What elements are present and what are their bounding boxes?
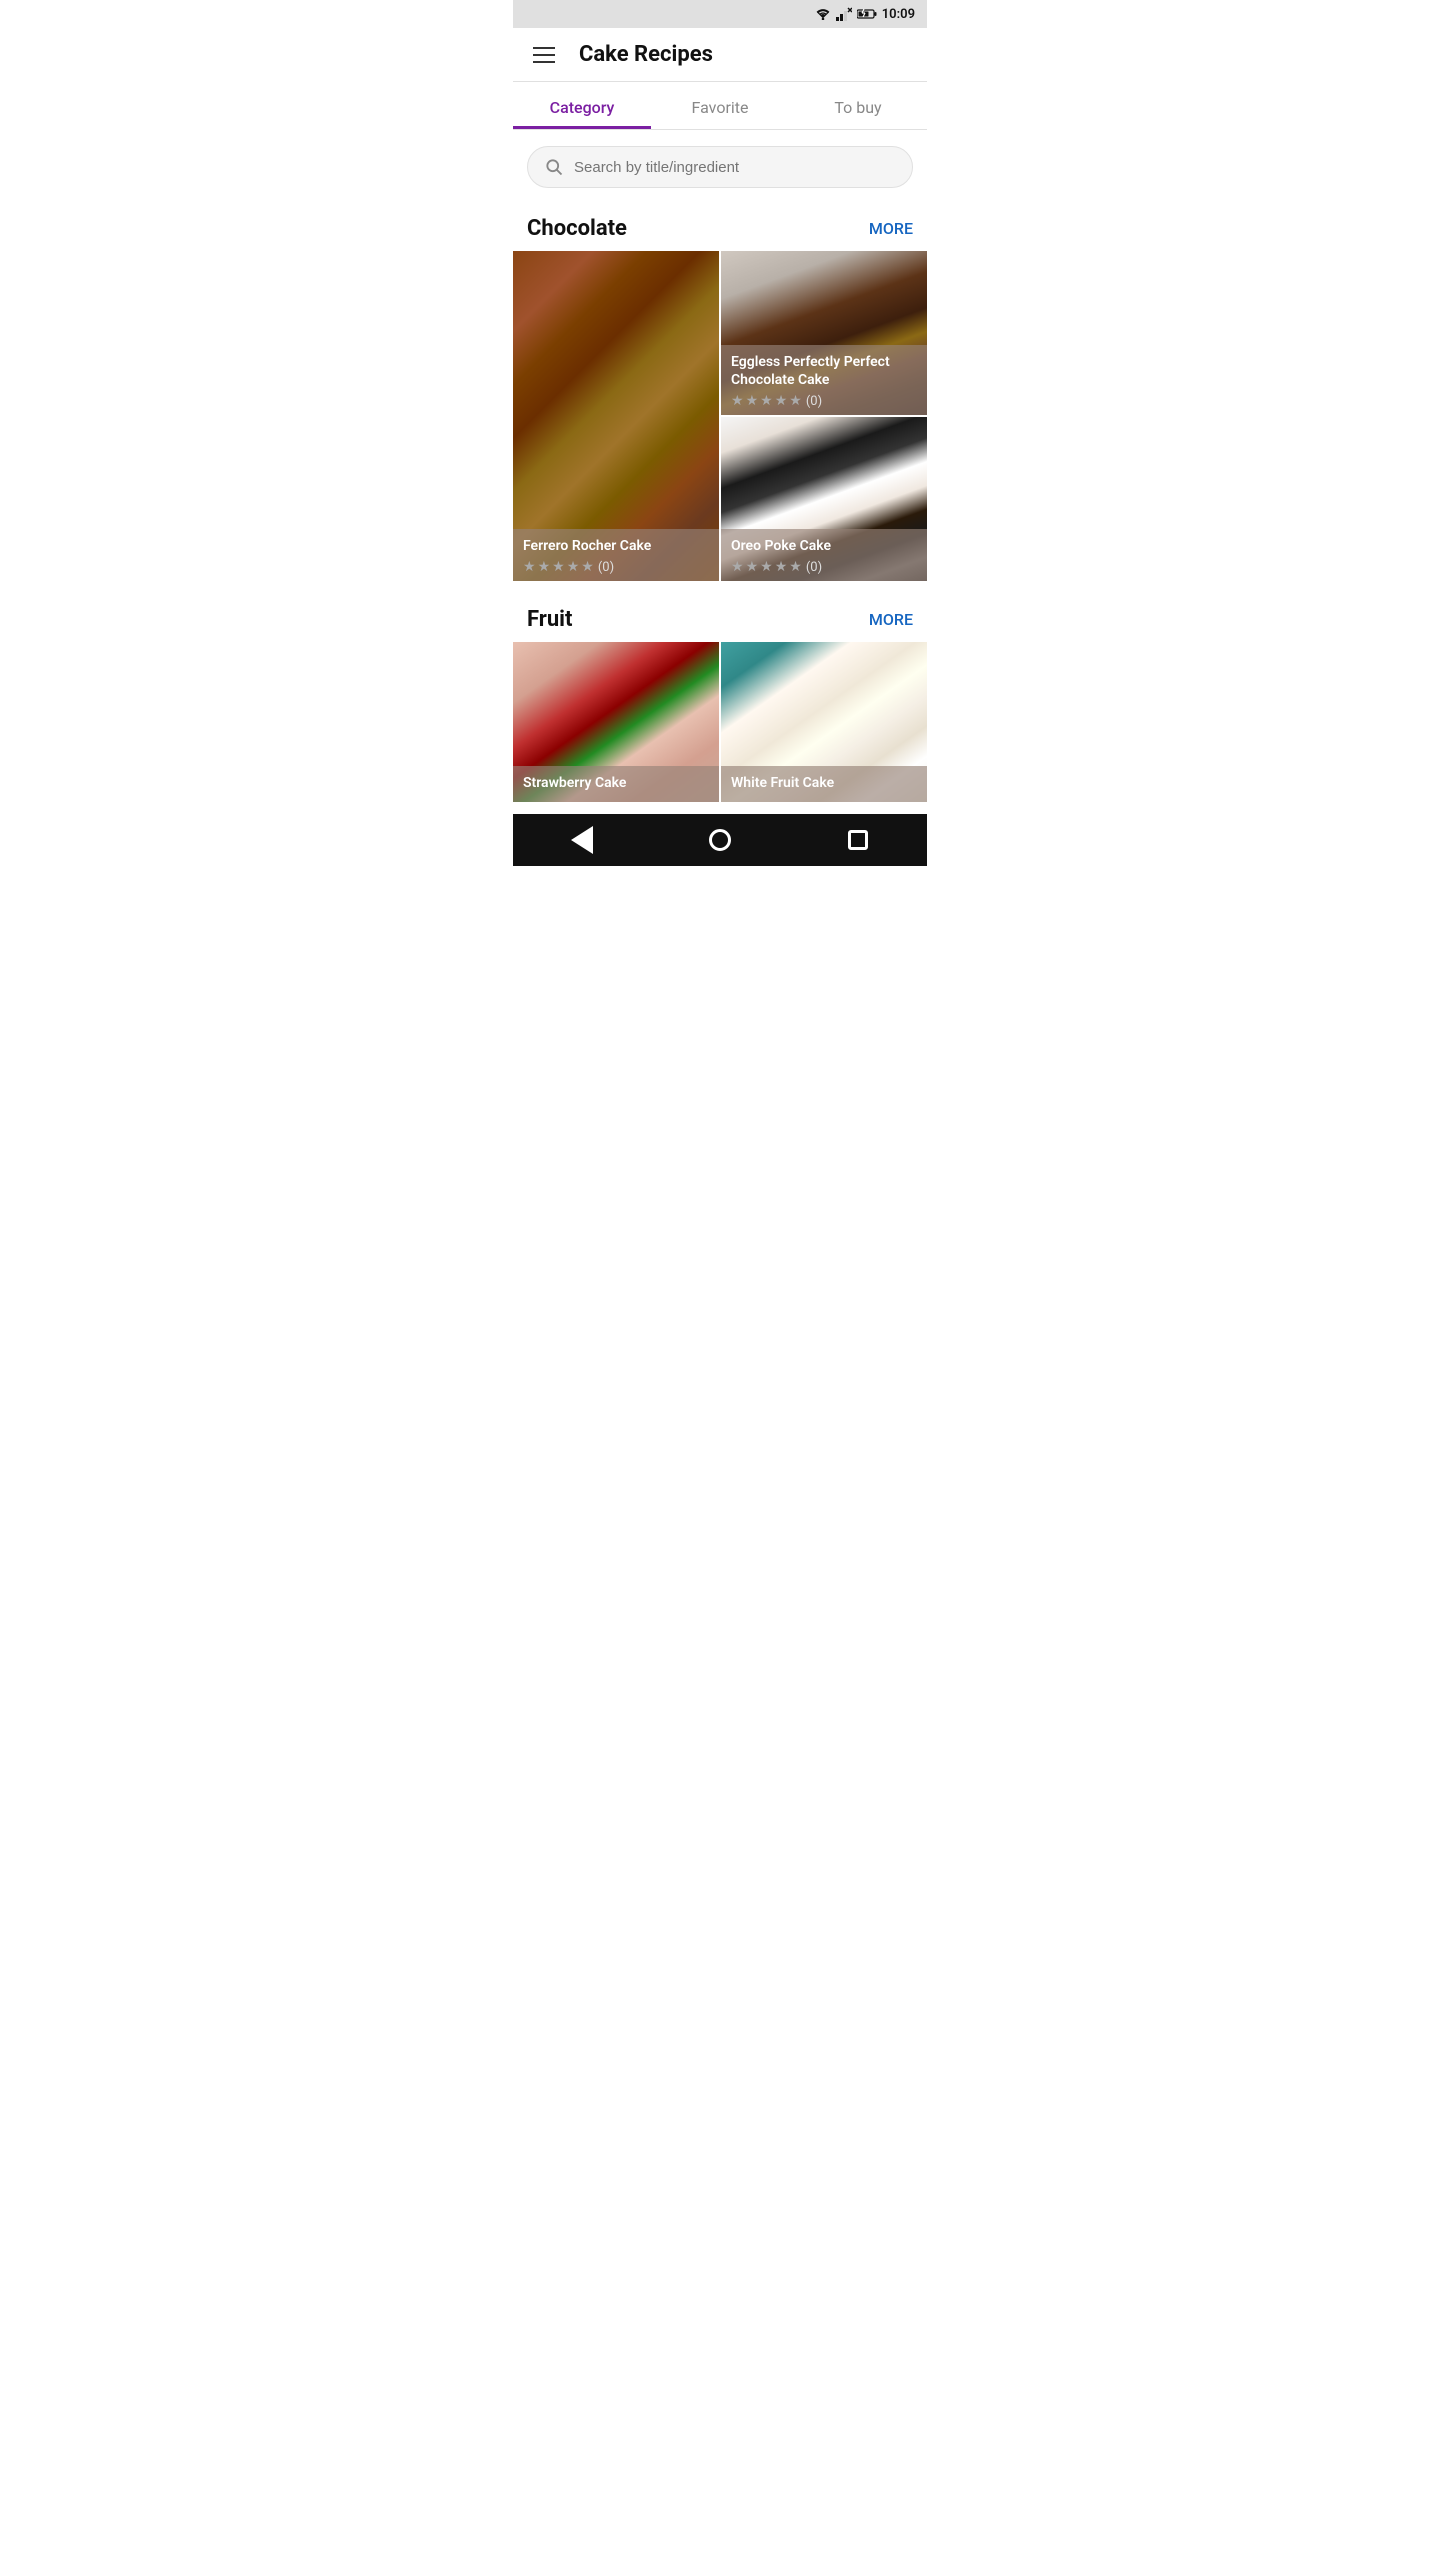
oreo-rating: ★ ★ ★ ★ ★ (0) [731, 559, 917, 575]
status-time: 10:09 [882, 7, 915, 22]
recipe-card-oreo[interactable]: Oreo Poke Cake ★ ★ ★ ★ ★ (0) [721, 417, 927, 581]
eggless-overlay: Eggless Perfectly Perfect Chocolate Cake… [721, 345, 927, 415]
chocolate-recipe-grid: Ferrero Rocher Cake ★ ★ ★ ★ ★ (0) [513, 251, 927, 587]
ferrero-rating-count: (0) [598, 560, 614, 575]
chocolate-section-header: Chocolate MORE [513, 204, 927, 251]
recipe-card-white-cake[interactable]: White Fruit Cake [721, 642, 927, 802]
nav-home-button[interactable] [700, 820, 740, 860]
ferrero-overlay: Ferrero Rocher Cake ★ ★ ★ ★ ★ (0) [513, 529, 719, 581]
strawberry-name: Strawberry Cake [523, 774, 709, 792]
nav-recent-button[interactable] [838, 820, 878, 860]
oreo-overlay: Oreo Poke Cake ★ ★ ★ ★ ★ (0) [721, 529, 927, 581]
tab-tobuy[interactable]: To buy [789, 82, 927, 129]
tab-category[interactable]: Category [513, 82, 651, 129]
battery-icon [857, 8, 877, 20]
tab-bar: Category Favorite To buy [513, 82, 927, 130]
oreo-rating-count: (0) [806, 560, 822, 575]
oreo-name: Oreo Poke Cake [731, 537, 917, 555]
status-icons: 10:09 [815, 7, 915, 22]
strawberry-overlay: Strawberry Cake [513, 766, 719, 802]
fruit-recipe-grid: Strawberry Cake White Fruit Cake [513, 642, 927, 806]
fruit-section: Fruit MORE Strawberry Cake White Fruit C… [513, 595, 927, 814]
signal-x-icon [836, 7, 852, 21]
nav-back-icon [571, 826, 593, 854]
search-input[interactable] [574, 159, 896, 176]
fruit-section-header: Fruit MORE [513, 595, 927, 642]
chocolate-title: Chocolate [527, 216, 627, 241]
nav-recent-icon [848, 830, 868, 850]
status-bar: 10:09 [513, 0, 927, 28]
nav-home-icon [709, 829, 731, 851]
fruit-title: Fruit [527, 607, 572, 632]
white-cake-overlay: White Fruit Cake [721, 766, 927, 802]
tab-favorite[interactable]: Favorite [651, 82, 789, 129]
menu-button[interactable] [529, 43, 559, 67]
eggless-rating-count: (0) [806, 394, 822, 409]
nav-back-button[interactable] [562, 820, 602, 860]
ferrero-name: Ferrero Rocher Cake [523, 537, 709, 555]
app-header: Cake Recipes [513, 28, 927, 82]
wifi-icon [815, 8, 831, 20]
recipe-card-strawberry[interactable]: Strawberry Cake [513, 642, 719, 802]
eggless-rating: ★ ★ ★ ★ ★ (0) [731, 393, 917, 409]
fruit-more-button[interactable]: MORE [869, 610, 913, 629]
white-cake-name: White Fruit Cake [731, 774, 917, 792]
recipe-card-eggless[interactable]: Eggless Perfectly Perfect Chocolate Cake… [721, 251, 927, 415]
recipe-card-ferrero[interactable]: Ferrero Rocher Cake ★ ★ ★ ★ ★ (0) [513, 251, 719, 581]
search-icon [544, 157, 564, 177]
search-box[interactable] [527, 146, 913, 188]
ferrero-rating: ★ ★ ★ ★ ★ (0) [523, 559, 709, 575]
page-title: Cake Recipes [579, 42, 713, 67]
search-container [513, 130, 927, 204]
nav-bar [513, 814, 927, 866]
eggless-name: Eggless Perfectly Perfect Chocolate Cake [731, 353, 917, 389]
chocolate-section: Chocolate MORE Ferrero Rocher Cake ★ ★ ★… [513, 204, 927, 595]
chocolate-more-button[interactable]: MORE [869, 219, 913, 238]
content-area: Chocolate MORE Ferrero Rocher Cake ★ ★ ★… [513, 130, 927, 814]
